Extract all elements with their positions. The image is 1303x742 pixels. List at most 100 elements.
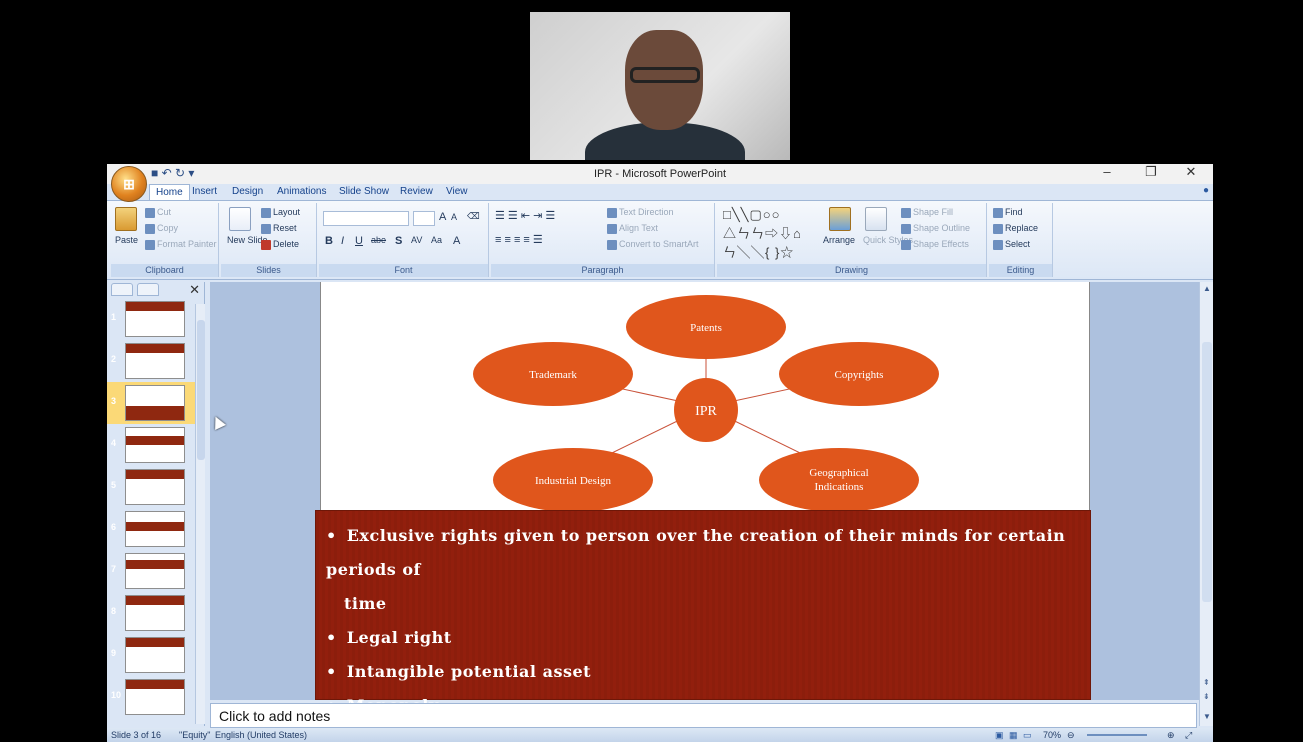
- font-shrink-icon[interactable]: A: [451, 212, 457, 222]
- tab-design[interactable]: Design: [232, 186, 263, 197]
- slide-thumbnail[interactable]: 9: [107, 634, 205, 676]
- char-spacing-icon[interactable]: AV: [411, 235, 422, 245]
- convert-smartart-button[interactable]: Convert to SmartArt: [607, 239, 699, 250]
- slide-thumbnail[interactable]: 8: [107, 592, 205, 634]
- zoom-out-icon[interactable]: ⊖: [1067, 730, 1075, 741]
- text-direction-icon: [607, 207, 617, 218]
- replace-button[interactable]: Replace: [993, 223, 1038, 234]
- align-icons[interactable]: ≡ ≡ ≡ ≡ ☰: [495, 233, 543, 246]
- fit-to-window-icon[interactable]: ⤢: [1185, 730, 1192, 741]
- thumbnail-band: [126, 522, 184, 531]
- cut-button[interactable]: Cut: [145, 207, 171, 218]
- bullets-icon[interactable]: ☰ ☰ ⇤ ⇥ ☰: [495, 209, 555, 222]
- reset-button[interactable]: Reset: [261, 223, 297, 234]
- new-slide-icon[interactable]: [229, 207, 251, 231]
- shapes-gallery[interactable]: □╲╲▢○○ △ㄣㄣ⇨⇩⌂ ㄣ╲╲{ }☆: [723, 207, 802, 261]
- scroll-up-icon[interactable]: ▲: [1203, 284, 1211, 293]
- clipboard-group: Paste Cut Copy Format Painter Clipboard: [111, 203, 219, 277]
- node-geographical-indications[interactable]: [759, 448, 919, 512]
- slide-thumbnail[interactable]: 2: [107, 340, 205, 382]
- outline-tab[interactable]: [137, 283, 159, 296]
- thumbnail-number: 9: [111, 648, 117, 658]
- slide-thumbnail[interactable]: 4: [107, 424, 205, 466]
- thumbnail-number: 4: [111, 438, 117, 448]
- slide-thumbnail[interactable]: 6: [107, 508, 205, 550]
- shape-fill-button[interactable]: Shape Fill: [901, 207, 953, 218]
- scroll-down-icon[interactable]: ▼: [1203, 712, 1211, 721]
- layout-button[interactable]: Layout: [261, 207, 300, 218]
- font-name-box[interactable]: [323, 211, 409, 226]
- language-status[interactable]: English (United States): [215, 730, 307, 740]
- bullet-textbox[interactable]: • Exclusive rights given to person over t…: [315, 510, 1091, 715]
- thumbnail-band: [126, 406, 184, 420]
- zoom-in-icon[interactable]: ⊕: [1167, 730, 1175, 741]
- thumbnail-scroll-thumb[interactable]: [197, 320, 205, 460]
- minimize-button[interactable]: –: [1087, 164, 1127, 179]
- align-text-button[interactable]: Align Text: [607, 223, 658, 234]
- tab-slide-show[interactable]: Slide Show: [339, 186, 389, 197]
- shape-effects-button[interactable]: Shape Effects: [901, 239, 969, 250]
- paste-button[interactable]: Paste: [115, 235, 138, 245]
- font-grow-icon[interactable]: A: [439, 211, 446, 223]
- arrange-button[interactable]: Arrange: [823, 235, 855, 245]
- help-icon[interactable]: ●: [1203, 185, 1209, 196]
- text-direction-button[interactable]: Text Direction: [607, 207, 674, 218]
- prev-slide-icon[interactable]: ⇞: [1203, 678, 1210, 687]
- font-color-icon[interactable]: A: [453, 235, 460, 247]
- select-button[interactable]: Select: [993, 239, 1030, 250]
- copy-button[interactable]: Copy: [145, 223, 178, 234]
- shadow-icon[interactable]: S: [395, 235, 402, 247]
- ribbon-tabs: Home Insert Design Animations Slide Show…: [107, 184, 1213, 200]
- notes-pane[interactable]: Click to add notes: [210, 703, 1197, 728]
- delete-slide-button[interactable]: Delete: [261, 239, 299, 250]
- normal-view-icon[interactable]: ▣: [995, 730, 1004, 741]
- italic-icon[interactable]: I: [341, 235, 344, 247]
- slides-tab[interactable]: [111, 283, 133, 296]
- close-button[interactable]: ✕: [1171, 164, 1211, 180]
- reset-label: Reset: [273, 223, 297, 233]
- format-painter-button[interactable]: Format Painter: [145, 239, 217, 250]
- thumbnail-scrollbar[interactable]: [195, 304, 205, 724]
- zoom-level[interactable]: 70%: [1043, 730, 1061, 740]
- thumbnail-preview: [125, 385, 185, 421]
- zoom-slider[interactable]: [1087, 734, 1147, 736]
- slide-sorter-icon[interactable]: ▦: [1009, 730, 1018, 741]
- editor-scroll-thumb[interactable]: [1202, 342, 1212, 602]
- tab-view[interactable]: View: [446, 186, 468, 197]
- slide-thumbnail[interactable]: 7: [107, 550, 205, 592]
- quick-styles-icon[interactable]: [865, 207, 887, 231]
- office-button[interactable]: ⊞: [111, 166, 147, 202]
- close-pane-icon[interactable]: ✕: [189, 282, 200, 298]
- bold-icon[interactable]: B: [325, 235, 333, 247]
- editor-scrollbar[interactable]: ▲ ⇞ ⇟ ▼: [1199, 282, 1213, 726]
- thumbnail-band: [126, 596, 184, 605]
- find-label: Find: [1005, 207, 1023, 217]
- slide-thumbnail[interactable]: 10: [107, 676, 205, 718]
- change-case-icon[interactable]: Aa: [431, 235, 442, 245]
- shape-outline-button[interactable]: Shape Outline: [901, 223, 970, 234]
- thumbnail-number: 3: [111, 396, 117, 406]
- clear-format-icon[interactable]: ⌫: [467, 211, 480, 222]
- bullet-dot: •: [326, 526, 337, 545]
- tab-insert[interactable]: Insert: [192, 186, 217, 197]
- slide-thumbnail[interactable]: 5: [107, 466, 205, 508]
- find-button[interactable]: Find: [993, 207, 1023, 218]
- bullet-text: time: [344, 594, 387, 613]
- restore-button[interactable]: ❐: [1131, 164, 1171, 180]
- presenter-glasses: [630, 67, 700, 83]
- slide-thumbnail[interactable]: 1: [107, 298, 205, 340]
- paste-icon[interactable]: [115, 207, 137, 231]
- next-slide-icon[interactable]: ⇟: [1203, 692, 1210, 701]
- bullet-text: Intangible potential asset: [346, 662, 592, 681]
- tab-animations[interactable]: Animations: [277, 186, 326, 197]
- underline-icon[interactable]: U: [355, 235, 363, 247]
- strikethrough-icon[interactable]: abe: [371, 235, 386, 245]
- slideshow-icon[interactable]: ▭: [1023, 730, 1032, 741]
- thumbnail-preview: [125, 343, 185, 379]
- paragraph-group-label: Paragraph: [491, 264, 714, 277]
- slide-thumbnail[interactable]: 3: [107, 382, 205, 424]
- tab-review[interactable]: Review: [400, 186, 433, 197]
- tab-home[interactable]: Home: [149, 184, 190, 200]
- arrange-icon[interactable]: [829, 207, 851, 231]
- font-size-box[interactable]: [413, 211, 435, 226]
